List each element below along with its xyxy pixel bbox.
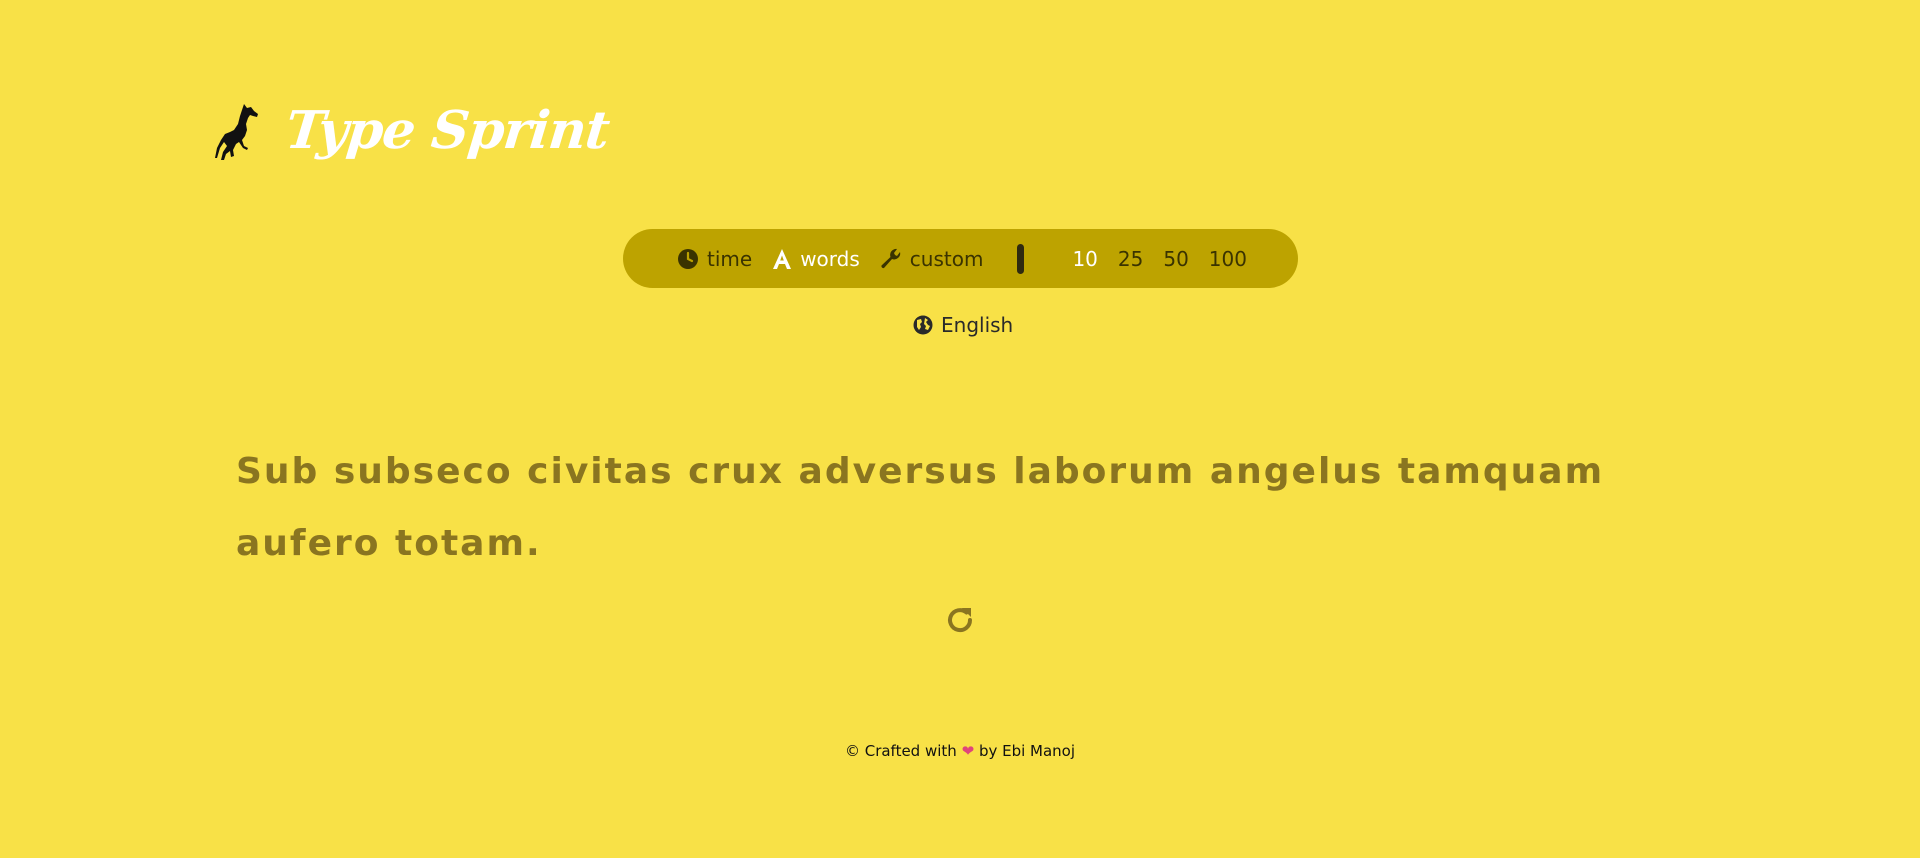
app-title: Type Sprint [282, 100, 612, 161]
page: Type Sprint time words custom 10 25 50 1… [0, 0, 1920, 858]
restart-icon [944, 604, 976, 636]
restart-button[interactable] [944, 604, 976, 636]
count-100-button[interactable]: 100 [1209, 247, 1247, 271]
wrench-icon [880, 248, 902, 270]
count-25-button[interactable]: 25 [1118, 247, 1143, 271]
language-label: English [941, 313, 1014, 337]
config-divider [1017, 243, 1025, 274]
mode-time-label: time [707, 246, 753, 271]
logo[interactable]: Type Sprint [214, 100, 612, 161]
footer-suffix: by Ebi Manoj [978, 742, 1076, 760]
mode-words-button[interactable]: words [772, 247, 860, 271]
mode-custom-button[interactable]: custom [880, 246, 984, 271]
language-button[interactable]: English [913, 313, 1013, 337]
clock-icon [677, 248, 699, 270]
mode-words-label: words [800, 246, 860, 271]
footer: © Crafted with ❤ by Ebi Manoj [0, 742, 1920, 760]
letter-a-icon [772, 248, 792, 270]
count-10-button[interactable]: 10 [1072, 247, 1097, 271]
horse-icon [214, 102, 260, 160]
mode-custom-label: custom [909, 246, 984, 271]
mode-time-button[interactable]: time [677, 247, 752, 271]
footer-prefix: © Crafted with [844, 742, 957, 760]
typing-text[interactable]: Sub subseco civitas crux adversus laboru… [236, 436, 1696, 580]
heart-icon: ❤ [961, 742, 975, 760]
count-50-button[interactable]: 50 [1163, 247, 1188, 271]
config-bar: time words custom 10 25 50 100 [623, 229, 1298, 288]
globe-icon [913, 315, 933, 335]
